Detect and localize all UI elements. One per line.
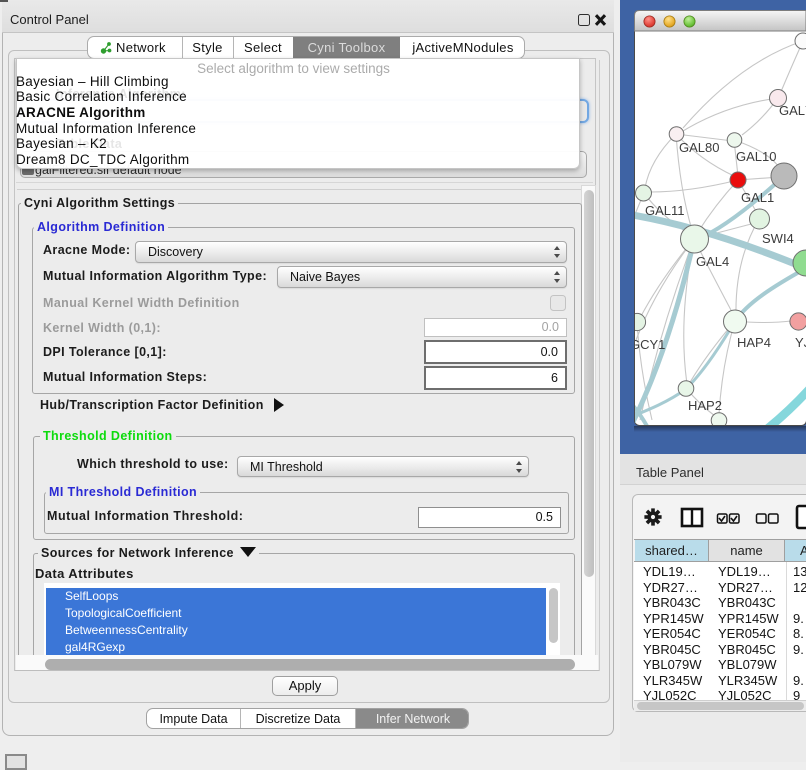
svg-text:GAL10: GAL10 xyxy=(736,149,776,164)
svg-text:GAL80: GAL80 xyxy=(679,140,719,155)
svg-text:HAP4: HAP4 xyxy=(737,335,771,350)
svg-text:HAP2: HAP2 xyxy=(688,398,722,413)
svg-text:YJ: YJ xyxy=(795,335,806,350)
svg-text:GAL1: GAL1 xyxy=(741,190,774,205)
svg-text:GAL11: GAL11 xyxy=(645,203,685,218)
svg-text:GAL7: GAL7 xyxy=(779,103,806,118)
svg-text:GAL4: GAL4 xyxy=(696,254,729,269)
svg-text:SWI4: SWI4 xyxy=(762,231,794,246)
svg-text:GCY1: GCY1 xyxy=(634,337,665,352)
